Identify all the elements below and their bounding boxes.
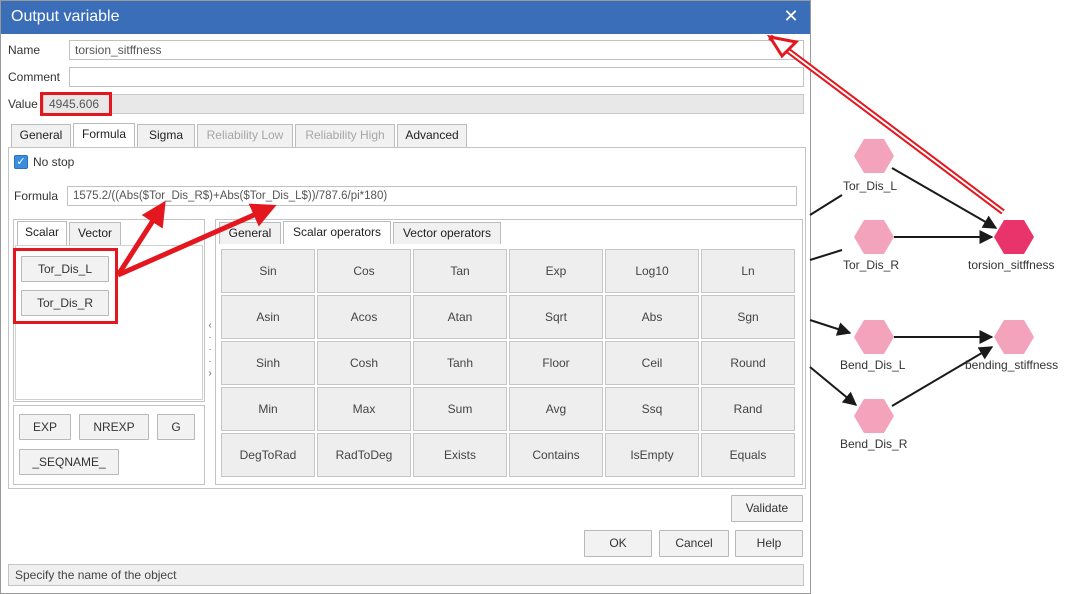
- const-g-button[interactable]: G: [157, 414, 195, 440]
- operator-sqrt-button[interactable]: Sqrt: [509, 295, 603, 339]
- formula-input[interactable]: [67, 186, 797, 206]
- panel-splitter[interactable]: ‹ · · · ›: [206, 320, 214, 380]
- help-button[interactable]: Help: [735, 530, 803, 557]
- no-stop-checkbox[interactable]: ✓: [14, 155, 28, 169]
- operator-cosh-button[interactable]: Cosh: [317, 341, 411, 385]
- node-torsion-sitffness[interactable]: [994, 220, 1034, 254]
- operator-round-button[interactable]: Round: [701, 341, 795, 385]
- output-variable-dialog: Output variable ✕ Name Comment Value Gen…: [0, 0, 811, 594]
- tab-formula[interactable]: Formula: [73, 123, 135, 147]
- close-icon[interactable]: ✕: [779, 4, 803, 28]
- edge-in-tor-l: [809, 194, 843, 216]
- operator-ceil-button[interactable]: Ceil: [605, 341, 699, 385]
- tab-general[interactable]: General: [11, 124, 71, 147]
- operator-ln-button[interactable]: Ln: [701, 249, 795, 293]
- operator-max-button[interactable]: Max: [317, 387, 411, 431]
- tab-vector-operators[interactable]: Vector operators: [393, 222, 501, 245]
- tab-op-general[interactable]: General: [219, 222, 281, 245]
- node-tor-dis-r[interactable]: [854, 220, 894, 254]
- tab-scalar-operators[interactable]: Scalar operators: [283, 221, 391, 245]
- operator-contains-button[interactable]: Contains: [509, 433, 603, 477]
- operator-tanh-button[interactable]: Tanh: [413, 341, 507, 385]
- operator-tan-button[interactable]: Tan: [413, 249, 507, 293]
- node-label-bend-dis-r: Bend_Dis_R: [840, 437, 908, 451]
- edge-in-tor-r: [809, 249, 843, 261]
- tab-vector[interactable]: Vector: [69, 222, 121, 245]
- operator-asin-button[interactable]: Asin: [221, 295, 315, 339]
- tab-scalar[interactable]: Scalar: [17, 221, 67, 245]
- operator-atan-button[interactable]: Atan: [413, 295, 507, 339]
- tab-sigma[interactable]: Sigma: [137, 124, 195, 147]
- value-highlight-box: [40, 92, 112, 116]
- tab-reliability-low[interactable]: Reliability Low: [197, 124, 293, 147]
- node-bending-stiffness[interactable]: [994, 320, 1034, 354]
- operator-log10-button[interactable]: Log10: [605, 249, 699, 293]
- operator-floor-button[interactable]: Floor: [509, 341, 603, 385]
- variables-highlight-box: [13, 248, 118, 324]
- no-stop-label: No stop: [33, 155, 75, 169]
- const-nrexp-button[interactable]: NREXP: [79, 414, 149, 440]
- name-input[interactable]: [69, 40, 804, 60]
- operator-abs-button[interactable]: Abs: [605, 295, 699, 339]
- operator-degtorad-button[interactable]: DegToRad: [221, 433, 315, 477]
- formula-label: Formula: [14, 189, 59, 203]
- operator-exists-button[interactable]: Exists: [413, 433, 507, 477]
- value-label: Value: [8, 97, 38, 111]
- node-bend-dis-r[interactable]: [854, 399, 894, 433]
- node-label-tor-dis-r: Tor_Dis_R: [843, 258, 900, 272]
- const-exp-button[interactable]: EXP: [19, 414, 71, 440]
- operator-min-button[interactable]: Min: [221, 387, 315, 431]
- name-label: Name: [8, 43, 41, 57]
- tab-advanced[interactable]: Advanced: [397, 124, 467, 147]
- operator-grid: Sin Cos Tan Exp Log10 Ln Asin Acos Atan Sqrt Abs Sg…: [217, 244, 801, 483]
- node-label-torsion-sitffness: torsion_sitffness: [968, 258, 1055, 272]
- operator-isempty-button[interactable]: IsEmpty: [605, 433, 699, 477]
- title-bar[interactable]: Output variable ✕: [1, 1, 810, 34]
- node-label-bend-dis-l: Bend_Dis_L: [840, 358, 906, 372]
- edge-in-bend-r: [809, 366, 858, 406]
- operator-sum-button[interactable]: Sum: [413, 387, 507, 431]
- node-label-bending-stiffness: bending_stiffness: [965, 358, 1059, 372]
- comment-label: Comment: [8, 70, 61, 84]
- operator-cos-button[interactable]: Cos: [317, 249, 411, 293]
- dialog-title: Output variable: [11, 8, 120, 25]
- operator-avg-button[interactable]: Avg: [509, 387, 603, 431]
- operator-radtodeg-button[interactable]: RadToDeg: [317, 433, 411, 477]
- operator-sin-button[interactable]: Sin: [221, 249, 315, 293]
- edge-bend-r-bending: [891, 346, 994, 407]
- edge-in-bend-l: [809, 319, 852, 336]
- node-bend-dis-l[interactable]: [854, 320, 894, 354]
- operator-sgn-button[interactable]: Sgn: [701, 295, 795, 339]
- status-bar: Specify the name of the object: [8, 564, 804, 586]
- cancel-button[interactable]: Cancel: [659, 530, 729, 557]
- tab-reliability-high[interactable]: Reliability High: [295, 124, 395, 147]
- operator-equals-button[interactable]: Equals: [701, 433, 795, 477]
- operator-rand-button[interactable]: Rand: [701, 387, 795, 431]
- validate-button[interactable]: Validate: [731, 495, 803, 522]
- const-seqname-button[interactable]: _SEQNAME_: [19, 449, 119, 475]
- value-field: [43, 94, 804, 114]
- operator-exp-button[interactable]: Exp: [509, 249, 603, 293]
- operator-ssq-button[interactable]: Ssq: [605, 387, 699, 431]
- node-label-tor-dis-l: Tor_Dis_L: [843, 179, 898, 193]
- edge-tor-l-torsion: [891, 167, 998, 229]
- ok-button[interactable]: OK: [584, 530, 652, 557]
- operator-acos-button[interactable]: Acos: [317, 295, 411, 339]
- node-tor-dis-l[interactable]: [854, 139, 894, 173]
- operator-sinh-button[interactable]: Sinh: [221, 341, 315, 385]
- comment-input[interactable]: [69, 67, 804, 87]
